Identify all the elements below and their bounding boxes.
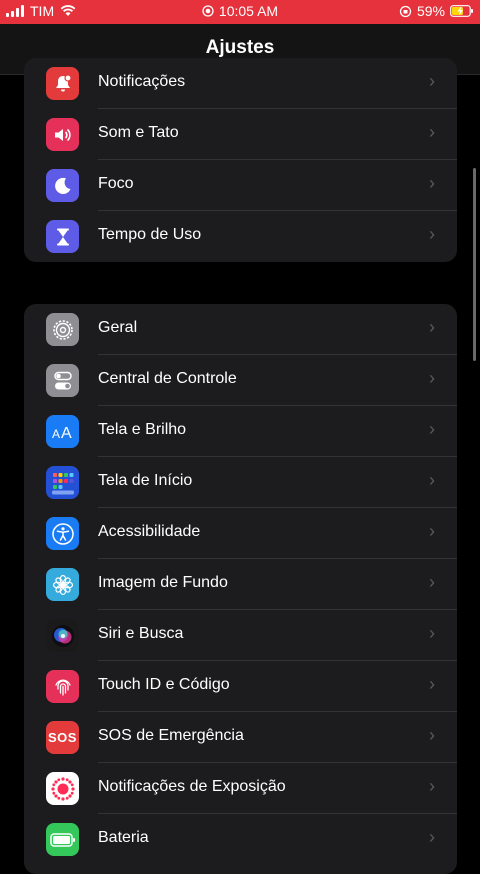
chevron-right-icon: › — [429, 776, 435, 796]
page-title: Ajustes — [205, 37, 275, 58]
chevron-right-icon: › — [429, 521, 435, 541]
chevron-right-icon: › — [429, 122, 435, 142]
settings-row-bateria[interactable]: Bateria › — [24, 814, 457, 865]
row-label: Bateria — [98, 829, 149, 846]
settings-row-notificacoes-de-exposicao[interactable]: Notificações de Exposição › — [24, 763, 457, 814]
row-label: Tela e Brilho — [98, 421, 187, 438]
settings-row-imagem-de-fundo[interactable]: Imagem de Fundo › — [24, 559, 457, 610]
status-time: 10:05 AM — [218, 3, 279, 19]
settings-row-touch-id-e-codigo[interactable]: Touch ID e Código › — [24, 661, 457, 712]
sos-icon: SOS — [46, 721, 79, 754]
row-label: SOS de Emergência — [98, 727, 244, 744]
chevron-right-icon: › — [429, 368, 435, 388]
settings-row-sos-de-emergencia[interactable]: SOS SOS de Emergência › — [24, 712, 457, 763]
row-label: Imagem de Fundo — [98, 574, 228, 591]
row-label: Acessibilidade — [98, 523, 201, 540]
settings-row-siri-e-busca[interactable]: Siri e Busca › — [24, 610, 457, 661]
status-bar: TIM 10:05 AM 59% — [0, 0, 480, 24]
chevron-right-icon: › — [429, 224, 435, 244]
settings-group-general: Geral › Central de Controle › A A Tela e… — [24, 304, 457, 874]
chevron-right-icon: › — [429, 623, 435, 643]
flower-icon — [46, 568, 79, 601]
accessibility-icon — [46, 517, 79, 550]
siri-icon — [46, 619, 79, 652]
chevron-right-icon: › — [429, 173, 435, 193]
settings-row-som-e-tato[interactable]: Som e Tato › — [24, 109, 457, 160]
battery-charging-icon — [450, 5, 473, 17]
settings-group-notifications: Notificações › Som e Tato › Foco › Tempo… — [24, 58, 457, 262]
row-label: Central de Controle — [98, 370, 237, 387]
settings-row-notificacoes[interactable]: Notificações › — [24, 58, 457, 109]
home-grid-icon — [46, 466, 79, 499]
row-label: Geral — [98, 319, 138, 336]
speaker-icon — [46, 118, 79, 151]
gear-icon — [46, 313, 79, 346]
svg-text:A: A — [61, 425, 72, 442]
row-label: Siri e Busca — [98, 625, 184, 642]
settings-row-tela-e-brilho[interactable]: A A Tela e Brilho › — [24, 406, 457, 457]
sos-icon-text: SOS — [48, 730, 77, 745]
fingerprint-icon — [46, 670, 79, 703]
settings-row-foco[interactable]: Foco › — [24, 160, 457, 211]
row-label: Notificações de Exposição — [98, 778, 286, 795]
chevron-right-icon: › — [429, 317, 435, 337]
battery-percent: 59% — [416, 3, 445, 19]
chevron-right-icon: › — [429, 572, 435, 592]
row-label: Som e Tato — [98, 124, 179, 141]
row-label: Foco — [98, 175, 134, 192]
chevron-right-icon: › — [429, 674, 435, 694]
moon-icon — [46, 169, 79, 202]
bell-icon — [46, 67, 79, 100]
chevron-right-icon: › — [429, 71, 435, 91]
settings-row-geral[interactable]: Geral › — [24, 304, 457, 355]
svg-text:A: A — [52, 427, 60, 441]
orientation-lock-icon — [399, 5, 412, 17]
row-label: Touch ID e Código — [98, 676, 230, 693]
row-label: Tela de Início — [98, 472, 193, 489]
chevron-right-icon: › — [429, 419, 435, 439]
chevron-right-icon: › — [429, 827, 435, 847]
chevron-right-icon: › — [429, 470, 435, 490]
chevron-right-icon: › — [429, 725, 435, 745]
toggles-icon — [46, 364, 79, 397]
settings-row-acessibilidade[interactable]: Acessibilidade › — [24, 508, 457, 559]
recording-icon — [202, 5, 214, 17]
settings-row-central-de-controle[interactable]: Central de Controle › — [24, 355, 457, 406]
row-label: Tempo de Uso — [98, 226, 202, 243]
scrollbar[interactable] — [473, 168, 476, 361]
row-label: Notificações — [98, 73, 186, 90]
battery-icon — [46, 823, 79, 856]
settings-row-tela-de-inicio[interactable]: Tela de Início › — [24, 457, 457, 508]
hourglass-icon — [46, 220, 79, 253]
settings-row-tempo-de-uso[interactable]: Tempo de Uso › — [24, 211, 457, 262]
text-size-icon: A A — [46, 415, 79, 448]
exposure-icon — [46, 772, 79, 805]
